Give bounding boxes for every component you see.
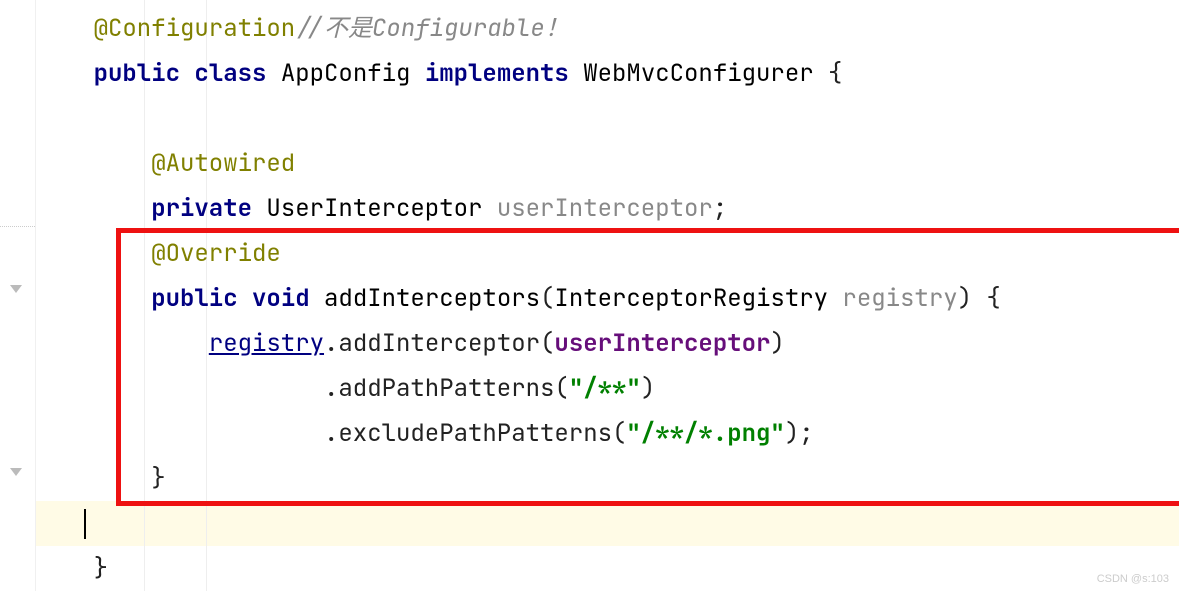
- code-token: userInterceptor: [554, 328, 770, 359]
- code-token: @Override: [151, 238, 281, 269]
- indent: [36, 186, 151, 231]
- indent: [36, 51, 94, 96]
- indent: [36, 231, 151, 276]
- code-token: .excludePathPatterns(: [324, 418, 626, 449]
- code-token: ): [641, 373, 655, 404]
- indent: [36, 321, 209, 366]
- code-line[interactable]: @Override: [36, 231, 1179, 276]
- gutter-separator: [0, 226, 35, 227]
- code-token: registry: [842, 283, 957, 314]
- code-line[interactable]: registry.addInterceptor(userInterceptor): [36, 321, 1179, 366]
- code-token: void: [252, 283, 324, 314]
- code-token: AppConfig: [281, 58, 425, 89]
- code-line[interactable]: public void addInterceptors(InterceptorR…: [36, 276, 1179, 321]
- code-line[interactable]: @Autowired: [36, 141, 1179, 186]
- code-line[interactable]: @Configuration//不是Configurable！: [36, 6, 1179, 51]
- code-token: ) {: [958, 283, 1001, 314]
- indent: [36, 276, 151, 321]
- code-token: class: [194, 58, 280, 89]
- code-token: registry: [209, 328, 324, 359]
- code-line[interactable]: private UserInterceptor userInterceptor;: [36, 186, 1179, 231]
- code-token: 不是Configurable！: [324, 13, 569, 44]
- indent: [36, 96, 94, 141]
- code-line[interactable]: .addPathPatterns("/**"): [36, 366, 1179, 411]
- code-token: @Configuration: [94, 13, 296, 44]
- code-token: userInterceptor: [497, 193, 713, 224]
- code-token: "/**/*.png": [626, 418, 784, 449]
- code-line[interactable]: [36, 501, 1179, 546]
- code-token: UserInterceptor: [266, 193, 496, 224]
- code-token: public: [151, 283, 252, 314]
- indent: [36, 366, 324, 411]
- code-token: //: [295, 13, 324, 44]
- code-token: {: [828, 58, 842, 89]
- indent: [36, 6, 94, 51]
- code-token: }: [151, 463, 165, 494]
- code-token: .addPathPatterns(: [324, 373, 569, 404]
- gutter: [0, 0, 36, 591]
- code-token: implements: [425, 58, 583, 89]
- code-line[interactable]: }: [36, 546, 1179, 591]
- code-line[interactable]: [36, 96, 1179, 141]
- code-token: );: [785, 418, 814, 449]
- code-token: WebMvcConfigurer: [583, 58, 828, 89]
- code-token: private: [151, 193, 266, 224]
- code-token: InterceptorRegistry: [554, 283, 842, 314]
- text-caret: [84, 509, 86, 539]
- indent: [36, 456, 151, 501]
- fold-handle-icon[interactable]: [10, 285, 22, 293]
- code-token: @Autowired: [151, 148, 295, 179]
- indent: [36, 546, 94, 591]
- code-line[interactable]: }: [36, 456, 1179, 501]
- code-line[interactable]: .excludePathPatterns("/**/*.png");: [36, 411, 1179, 456]
- indent: [36, 141, 151, 186]
- code-area[interactable]: @Configuration//不是Configurable！ public c…: [36, 0, 1179, 591]
- code-token: }: [94, 553, 108, 584]
- code-token: "/**": [569, 373, 641, 404]
- code-token: (: [540, 283, 554, 314]
- code-token: ): [770, 328, 784, 359]
- fold-handle-icon[interactable]: [10, 468, 22, 476]
- code-line[interactable]: public class AppConfig implements WebMvc…: [36, 51, 1179, 96]
- code-editor[interactable]: @Configuration//不是Configurable！ public c…: [0, 0, 1179, 591]
- code-token: .addInterceptor(: [324, 328, 554, 359]
- indent: [36, 411, 324, 456]
- code-token: ;: [713, 193, 727, 224]
- code-token: public: [94, 58, 195, 89]
- code-token: addInterceptors: [324, 283, 540, 314]
